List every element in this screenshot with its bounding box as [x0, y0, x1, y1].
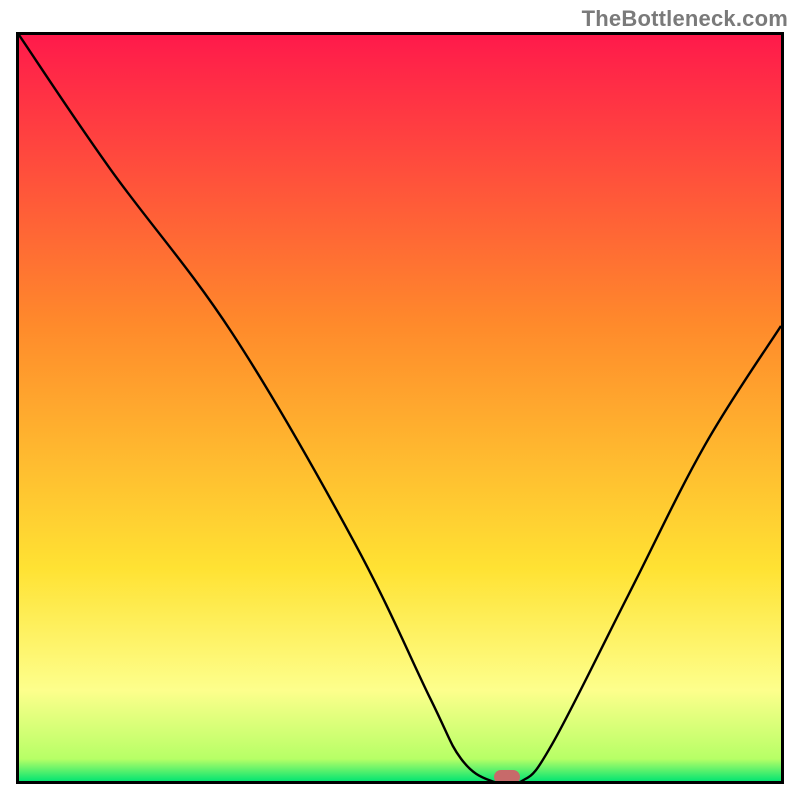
optimal-marker [494, 770, 520, 784]
watermark-text: TheBottleneck.com [582, 6, 788, 32]
chart-container: TheBottleneck.com [0, 0, 800, 800]
curve-path [19, 35, 781, 784]
plot-frame [16, 32, 784, 784]
bottleneck-curve [19, 35, 781, 781]
